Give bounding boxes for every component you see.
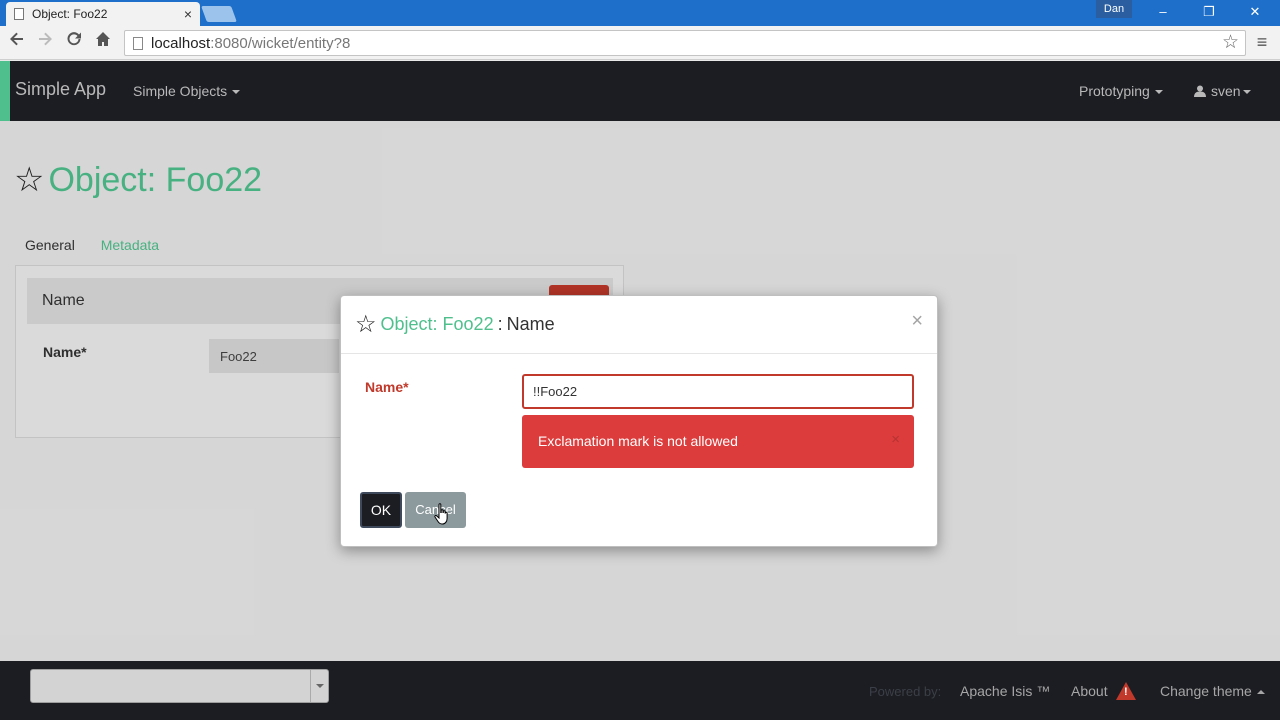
doc-icon: [14, 8, 24, 20]
close-icon[interactable]: ×: [911, 310, 923, 333]
browser-titlebar: Object: Foo22 × Dan – ❐ ✕: [0, 0, 1280, 26]
validation-error: Exclamation mark is not allowed ×: [522, 415, 914, 468]
bookmark-star-icon[interactable]: ☆: [1222, 31, 1239, 55]
reload-icon[interactable]: [62, 30, 86, 54]
prototyping-label: Prototyping: [1079, 83, 1150, 99]
edit-property-dialog: ☆ Object: Foo22 : Name × Name* Exclamati…: [340, 295, 938, 547]
name-input[interactable]: [522, 374, 914, 409]
close-window-button[interactable]: ✕: [1232, 0, 1278, 24]
hand-cursor-icon: [434, 503, 448, 525]
about-link[interactable]: About: [1071, 683, 1108, 699]
modal-title-property: Name: [506, 314, 555, 334]
home-icon[interactable]: [91, 30, 115, 54]
error-close-icon[interactable]: ×: [891, 431, 900, 448]
simple-objects-label: Simple Objects: [133, 83, 228, 99]
name-input-label: Name*: [365, 379, 409, 395]
warning-icon: [1116, 682, 1136, 700]
modal-header: ☆ Object: Foo22 : Name ×: [341, 296, 937, 354]
tab-close-icon[interactable]: ×: [184, 6, 192, 22]
footer-select[interactable]: [30, 669, 329, 703]
new-tab-button[interactable]: [201, 6, 237, 22]
user-menu[interactable]: sven: [1194, 83, 1251, 99]
browser-toolbar: localhost:8080/wicket/entity?8 ☆ ≡: [0, 26, 1280, 60]
modal-title-separator: :: [497, 314, 503, 334]
minimize-button[interactable]: –: [1140, 0, 1186, 24]
menu-icon[interactable]: ≡: [1250, 30, 1274, 54]
error-message: Exclamation mark is not allowed: [538, 433, 738, 449]
ok-button[interactable]: OK: [360, 492, 402, 528]
window-user-badge[interactable]: Dan: [1096, 0, 1132, 18]
modal-title: ☆ Object: Foo22 : Name: [355, 310, 555, 338]
modal-title-object[interactable]: Object: Foo22: [381, 314, 494, 335]
simple-objects-menu[interactable]: Simple Objects: [133, 83, 241, 99]
back-icon[interactable]: [5, 30, 29, 54]
navbar-accent: [0, 61, 10, 121]
powered-by-label: Powered by:: [869, 684, 942, 699]
tab-title: Object: Foo22: [32, 7, 108, 21]
app-navbar: Simple App Simple Objects Prototyping sv…: [0, 61, 1280, 121]
user-icon: [1194, 85, 1206, 97]
star-icon: ☆: [355, 310, 377, 338]
url-host: localhost: [151, 34, 211, 52]
page-icon: [133, 36, 143, 50]
browser-tab[interactable]: Object: Foo22 ×: [6, 2, 200, 26]
apache-isis-link[interactable]: Apache Isis ™: [960, 683, 1050, 699]
restore-button[interactable]: ❐: [1186, 0, 1232, 24]
chevron-up-icon: [1256, 690, 1265, 695]
change-theme-menu[interactable]: Change theme: [1160, 683, 1265, 699]
prototyping-menu[interactable]: Prototyping: [1079, 83, 1163, 99]
change-theme-label: Change theme: [1160, 683, 1252, 699]
address-bar[interactable]: localhost:8080/wicket/entity?8 ☆: [124, 30, 1246, 56]
app-footer: Powered by: Apache Isis ™ About Change t…: [0, 661, 1280, 720]
chevron-down-icon: [232, 90, 241, 95]
forward-icon[interactable]: [33, 30, 57, 54]
chevron-down-icon: [310, 670, 328, 702]
url-path: :8080/wicket/entity?8: [210, 34, 351, 52]
user-label: sven: [1211, 83, 1241, 99]
chevron-down-icon: [1242, 90, 1251, 95]
brand-link[interactable]: Simple App: [15, 79, 106, 100]
chevron-down-icon: [1154, 90, 1163, 95]
